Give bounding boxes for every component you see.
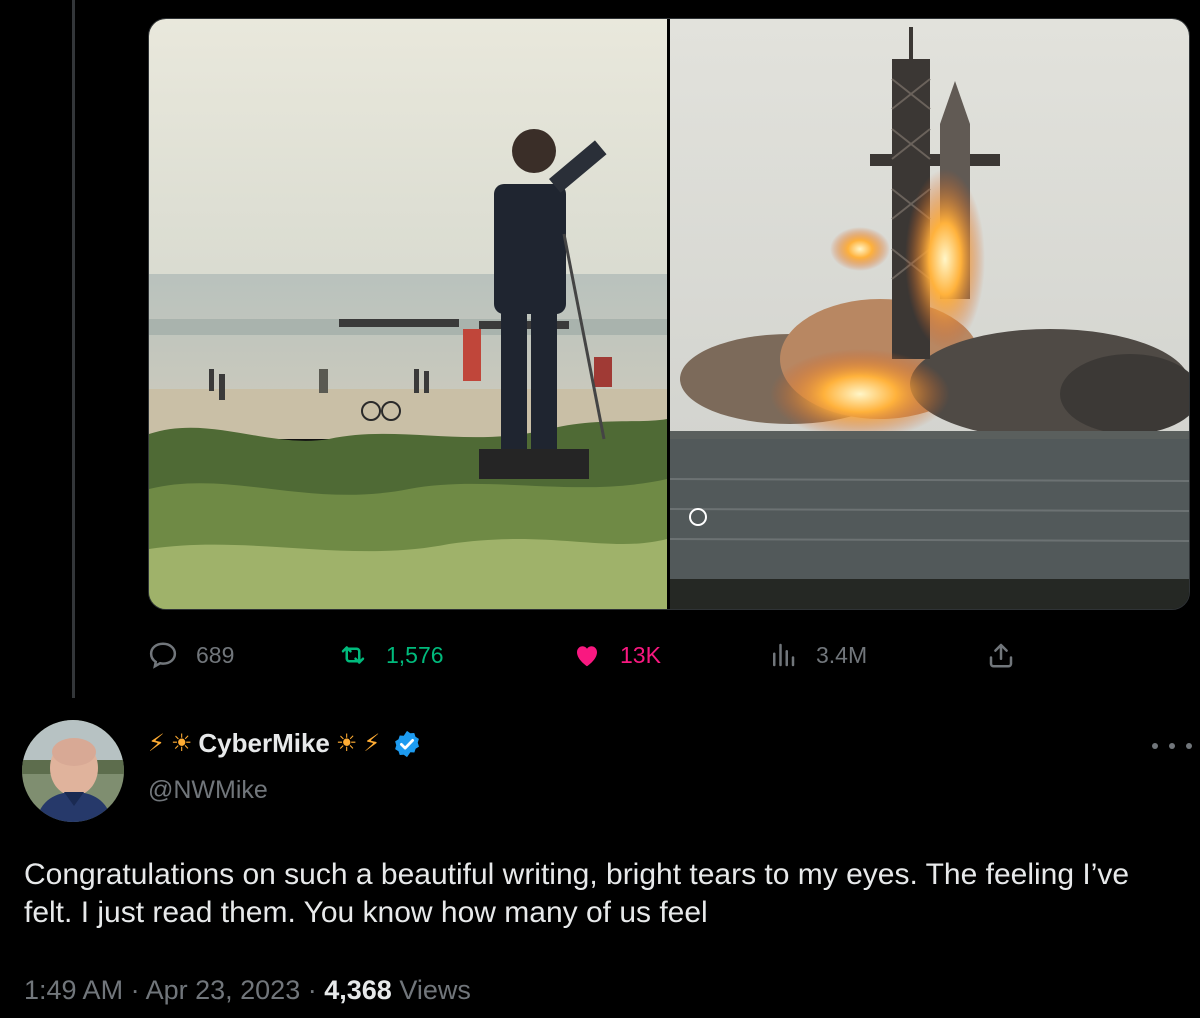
more-dot-icon bbox=[1169, 743, 1175, 749]
more-dot-icon bbox=[1152, 743, 1158, 749]
meta-separator: · bbox=[307, 975, 317, 1005]
more-dot-icon bbox=[1186, 743, 1192, 749]
display-name: CyberMike bbox=[198, 728, 330, 758]
views-button[interactable]: 3.4M bbox=[768, 640, 867, 670]
like-button[interactable]: 13K bbox=[572, 640, 661, 670]
sun-emoji: ☀ bbox=[170, 729, 193, 757]
timestamp-link[interactable]: 1:49 AM · Apr 23, 2023 bbox=[24, 975, 300, 1005]
reply-icon bbox=[149, 642, 177, 669]
media-photo-right[interactable] bbox=[670, 19, 1189, 609]
views-count: 3.4M bbox=[816, 641, 868, 668]
retweet-count: 1,576 bbox=[386, 641, 444, 668]
heart-icon bbox=[577, 646, 597, 667]
views-label: Views bbox=[399, 975, 471, 1005]
tweet-time: 1:49 AM bbox=[24, 975, 124, 1005]
tweet-action-bar: 689 1,576 13K 3.4M bbox=[148, 640, 1048, 674]
thread-connector-line bbox=[72, 0, 75, 698]
share-icon bbox=[989, 643, 1013, 668]
avatar[interactable] bbox=[22, 720, 124, 822]
tweet-media-grid[interactable] bbox=[148, 18, 1190, 610]
retweet-icon bbox=[341, 646, 365, 664]
meta-separator: · bbox=[130, 975, 140, 1005]
media-photo-left[interactable] bbox=[149, 19, 667, 609]
view-count: 4,368 bbox=[324, 975, 392, 1005]
reply-count: 689 bbox=[196, 641, 235, 668]
reply-text: Congratulations on such a beautiful writ… bbox=[24, 858, 1130, 929]
retweet-button[interactable]: 1,576 bbox=[338, 640, 444, 670]
avatar-photo bbox=[22, 720, 124, 822]
more-options-button[interactable] bbox=[1152, 734, 1192, 758]
like-count: 13K bbox=[620, 641, 661, 668]
rocket-launch-photo bbox=[670, 19, 1189, 609]
beach-photo bbox=[149, 19, 667, 609]
reply-author-name[interactable]: ⚡ ☀ CyberMike ☀ ⚡ bbox=[148, 728, 422, 759]
verified-badge-icon bbox=[395, 730, 420, 757]
share-button[interactable] bbox=[986, 640, 1016, 670]
lightning-emoji: ⚡ bbox=[148, 729, 165, 757]
lightning-emoji: ⚡ bbox=[363, 729, 381, 757]
user-handle[interactable]: @NWMike bbox=[148, 776, 268, 805]
views-chart-icon bbox=[773, 643, 795, 667]
tweet-date: Apr 23, 2023 bbox=[145, 975, 301, 1005]
reply-button[interactable]: 689 bbox=[148, 640, 234, 670]
tweet-meta: 1:49 AM · Apr 23, 2023 · 4,368 Views bbox=[24, 975, 471, 1006]
sun-emoji: ☀ bbox=[335, 729, 358, 757]
